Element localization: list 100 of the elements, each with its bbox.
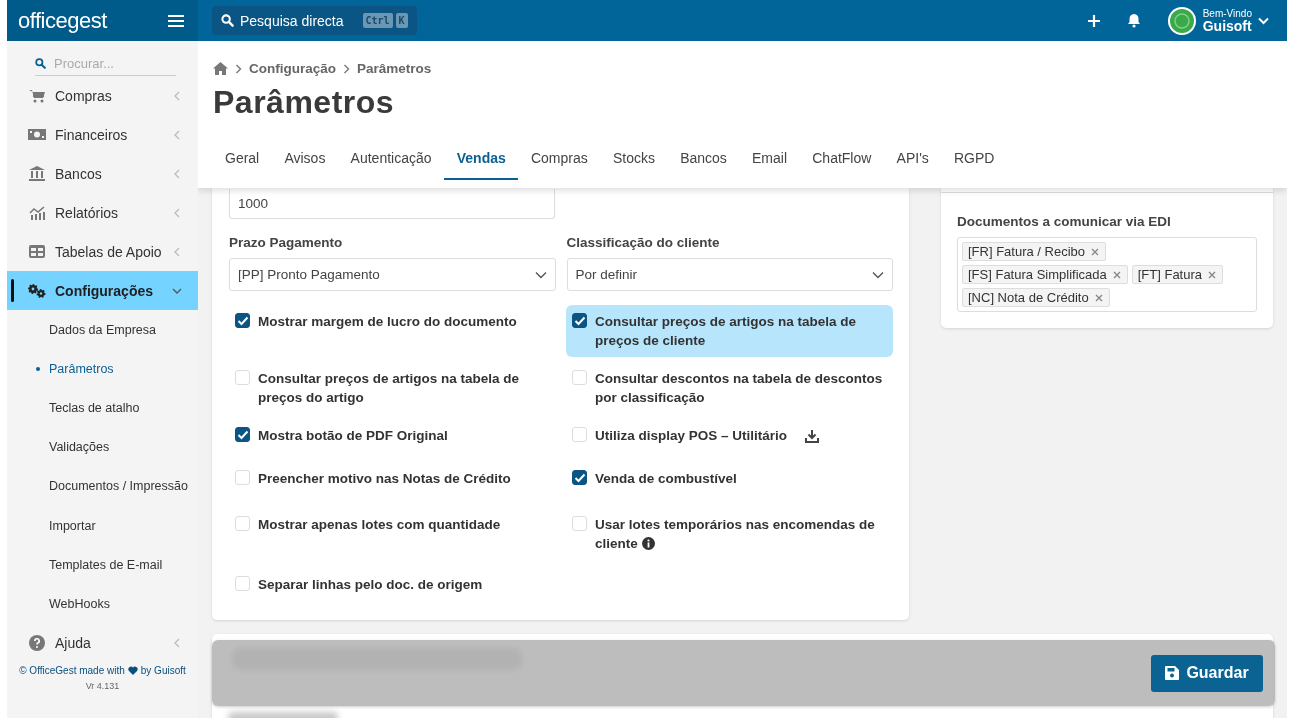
- tab[interactable]: Geral: [213, 141, 272, 180]
- tab[interactable]: Autenticação: [338, 141, 445, 180]
- search-icon: [221, 14, 234, 27]
- option-label: Mostrar margem de lucro do documento: [258, 313, 517, 331]
- banknote-icon: [28, 128, 46, 141]
- avatar-icon: [1166, 5, 1197, 36]
- tab[interactable]: Stocks: [600, 141, 668, 180]
- option-label: Venda de combustível: [595, 470, 737, 488]
- sidebar-item[interactable]: Ajuda: [7, 623, 198, 663]
- tab[interactable]: API's: [883, 141, 942, 180]
- tab[interactable]: ChatFlow: [799, 141, 884, 180]
- chevron-left-icon: [172, 168, 182, 179]
- sidebar-item[interactable]: Configurações: [7, 271, 198, 310]
- heart-icon: [127, 665, 138, 675]
- chevron-left-icon: [172, 638, 182, 648]
- page-title: Parâmetros: [213, 84, 396, 121]
- select-field[interactable]: Por definir: [566, 258, 893, 291]
- chart-icon: [28, 205, 46, 220]
- chevron-down-icon: [1258, 16, 1269, 25]
- option-label: Mostra botão de PDF Original: [258, 427, 448, 445]
- user-menu[interactable]: Bem-Vindo Guisoft: [1166, 5, 1269, 36]
- keyboard-key: K: [395, 13, 408, 28]
- sidebar-subitem[interactable]: WebHooks: [7, 584, 198, 624]
- cart-icon: [28, 88, 46, 103]
- breadcrumb-link[interactable]: Configuração: [249, 61, 336, 76]
- checkbox[interactable]: [572, 470, 587, 485]
- chevron-down-icon: [534, 270, 547, 279]
- option-label: Utiliza display POS – Utilitário: [595, 427, 788, 445]
- field-label: Classificação do cliente: [566, 235, 721, 250]
- info-icon[interactable]: [641, 537, 655, 550]
- sidebar-subitem[interactable]: Importar: [7, 505, 198, 546]
- version-text: Vr 4.131: [85, 680, 120, 691]
- quick-search-button[interactable]: Pesquisa directa Ctrl K: [212, 6, 417, 35]
- chevron-left-icon: [172, 90, 182, 101]
- checkbox[interactable]: [572, 313, 587, 328]
- user-name: Guisoft: [1202, 18, 1252, 33]
- checkbox[interactable]: [235, 313, 250, 328]
- sidebar-subitem[interactable]: Dados da Empresa: [7, 310, 198, 350]
- option-label: Usar lotes temporários nas encomendas de cliente: [595, 516, 876, 553]
- chevron-down-icon: [872, 270, 884, 279]
- sidebar-item[interactable]: Relatórios: [7, 193, 198, 232]
- tab[interactable]: RGPD: [941, 141, 1008, 180]
- save-button[interactable]: Guardar: [1151, 654, 1263, 692]
- option-label: Consultar preços de artigos na tabela de preços de cliente: [595, 313, 858, 350]
- field-label: Prazo Pagamento: [229, 235, 344, 250]
- tab[interactable]: Bancos: [667, 141, 740, 180]
- tag: [FS] Fatura Simplificada: [962, 265, 1128, 284]
- close-icon[interactable]: [1094, 293, 1103, 302]
- sidebar-subitem[interactable]: Validações: [7, 427, 198, 467]
- credit-text: © OfficeGest made with: [19, 664, 125, 676]
- sidebar-subitem[interactable]: Parâmetros: [7, 349, 198, 389]
- tab[interactable]: Vendas: [444, 141, 519, 180]
- chevron-right-icon: [343, 63, 350, 74]
- home-icon[interactable]: [213, 62, 228, 75]
- search-label: Pesquisa directa: [240, 12, 344, 29]
- sidebar-subitem[interactable]: Documentos / Impressão: [7, 466, 198, 506]
- chevron-left-icon: [172, 129, 182, 140]
- bank-icon: [28, 166, 46, 181]
- option-label: Consultar descontos na tabela de descontos por classificação: [595, 370, 884, 407]
- plus-icon[interactable]: [1086, 13, 1101, 28]
- chevron-right-icon: [235, 63, 242, 74]
- tab[interactable]: Compras: [518, 141, 601, 180]
- close-icon[interactable]: [1208, 270, 1216, 279]
- multi-select-field[interactable]: [FR] Fatura / Recibo [FS] Fatura Simplificada [FT] Fatura [NC] Nota de Crédito: [957, 237, 1257, 312]
- sidebar-item[interactable]: Financeiros: [7, 115, 198, 154]
- save-icon: [1165, 666, 1180, 680]
- tab[interactable]: Email: [739, 141, 800, 180]
- checkbox[interactable]: [235, 427, 250, 442]
- close-icon[interactable]: [1091, 247, 1100, 256]
- search-icon: [35, 56, 46, 70]
- tag: [NC] Nota de Crédito: [962, 288, 1110, 307]
- sidebar-item[interactable]: Bancos: [7, 154, 198, 193]
- keyboard-key: Ctrl: [362, 13, 393, 28]
- sidebar-item[interactable]: Compras: [7, 76, 198, 115]
- notification-bell-icon[interactable]: [1126, 13, 1141, 28]
- close-icon[interactable]: [1112, 270, 1121, 279]
- help-icon: [28, 635, 46, 651]
- chevron-left-icon: [172, 207, 182, 218]
- chevron-left-icon: [172, 246, 182, 257]
- tag: [FT] Fatura: [1131, 265, 1223, 284]
- option-label: Separar linhas pelo doc. de origem: [258, 576, 483, 594]
- option-label: Preencher motivo nas Notas de Crédito: [258, 470, 511, 488]
- menu-icon[interactable]: [168, 14, 184, 27]
- option-label: Consultar preços de artigos na tabela de preços do artigo: [258, 370, 521, 407]
- tab[interactable]: Avisos: [271, 141, 338, 180]
- select-field[interactable]: [PP] Pronto Pagamento: [229, 258, 556, 291]
- download-icon[interactable]: [805, 429, 820, 443]
- sidebar-search-field[interactable]: Procurar...: [52, 54, 176, 72]
- sidebar-subitem[interactable]: Templates de E-mail: [7, 545, 198, 585]
- gears-icon: [28, 283, 46, 298]
- greeting-text: Bem-Vindo: [1202, 8, 1252, 19]
- field-label: Documentos a comunicar via EDI: [957, 214, 1172, 229]
- sidebar-item[interactable]: Tabelas de Apoio: [7, 232, 198, 271]
- credit-text: by Guisoft: [140, 664, 186, 676]
- tag: [FR] Fatura / Recibo: [962, 242, 1107, 261]
- sidebar-subitem[interactable]: Teclas de atalho: [7, 388, 198, 428]
- input-field[interactable]: 1000: [229, 189, 555, 219]
- table-icon: [28, 245, 46, 258]
- option-label: Mostrar apenas lotes com quantidade: [258, 516, 501, 534]
- breadcrumb-link[interactable]: Parâmetros: [357, 61, 432, 76]
